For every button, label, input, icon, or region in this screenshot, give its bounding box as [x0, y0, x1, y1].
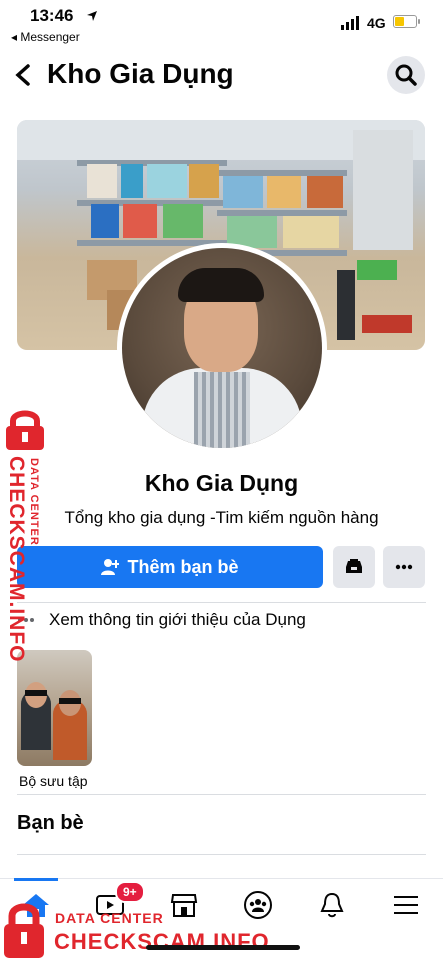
add-friend-label: Thêm bạn bè	[127, 556, 239, 577]
search-button[interactable]	[387, 56, 425, 94]
profile-bio: Tổng kho gia dụng -Tim kiếm nguồn hàng	[64, 508, 379, 527]
signal-icon	[341, 16, 359, 30]
divider	[17, 854, 426, 855]
back-to-app-link[interactable]: ◂ Messenger	[11, 30, 80, 44]
notifications-icon	[320, 892, 344, 918]
more-icon	[395, 564, 413, 570]
collection-label: Bộ sưu tập	[19, 773, 88, 789]
friends-heading[interactable]: Bạn bè	[17, 812, 84, 835]
chevron-left-icon	[15, 64, 30, 86]
page-title: Kho Gia Dụng	[47, 58, 234, 89]
watermark-bottom-line1: DATA CENTER	[55, 910, 164, 926]
location-arrow-icon	[87, 11, 97, 21]
menu-icon	[394, 896, 418, 914]
profile-header: Kho Gia Dụng	[0, 52, 443, 100]
watermark-bottom: DATA CENTER CHECKSCAM.INFO	[0, 898, 300, 960]
lock-icon	[4, 903, 44, 958]
active-tab-indicator	[14, 878, 58, 881]
search-icon	[395, 64, 417, 86]
collection-thumbnail[interactable]	[17, 650, 92, 766]
about-link[interactable]: Xem thông tin giới thiệu của Dụng	[17, 610, 306, 630]
inbox-icon	[346, 559, 362, 573]
watermark-side-line1: DATA CENTER	[28, 458, 40, 546]
add-friend-button[interactable]: Thêm bạn bè	[17, 546, 323, 588]
about-link-label: Xem thông tin giới thiệu của Dụng	[49, 610, 306, 629]
divider	[17, 794, 426, 795]
add-person-icon	[101, 559, 120, 575]
more-button[interactable]	[383, 546, 425, 588]
profile-name: Kho Gia Dụng	[144, 470, 299, 496]
avatar-photo	[122, 248, 322, 448]
watermark-side: CHECKSCAM.INFO DATA CENTER	[0, 408, 50, 663]
status-time: 13:46	[30, 6, 74, 25]
network-type: 4G	[367, 15, 386, 31]
divider	[17, 602, 426, 603]
message-button[interactable]	[333, 546, 375, 588]
watermark-bottom-line2: CHECKSCAM.INFO	[54, 929, 270, 954]
nav-menu[interactable]	[386, 885, 426, 925]
home-indicator	[146, 945, 300, 950]
battery-icon	[393, 15, 420, 28]
profile-avatar[interactable]	[117, 243, 327, 453]
nav-notifications[interactable]	[312, 885, 352, 925]
lock-icon	[6, 410, 44, 450]
back-app-label: Messenger	[20, 30, 80, 44]
back-button[interactable]	[14, 60, 34, 97]
watermark-side-line2: CHECKSCAM.INFO	[5, 456, 28, 663]
status-bar: 13:46 ◂ Messenger 4G	[0, 0, 443, 48]
